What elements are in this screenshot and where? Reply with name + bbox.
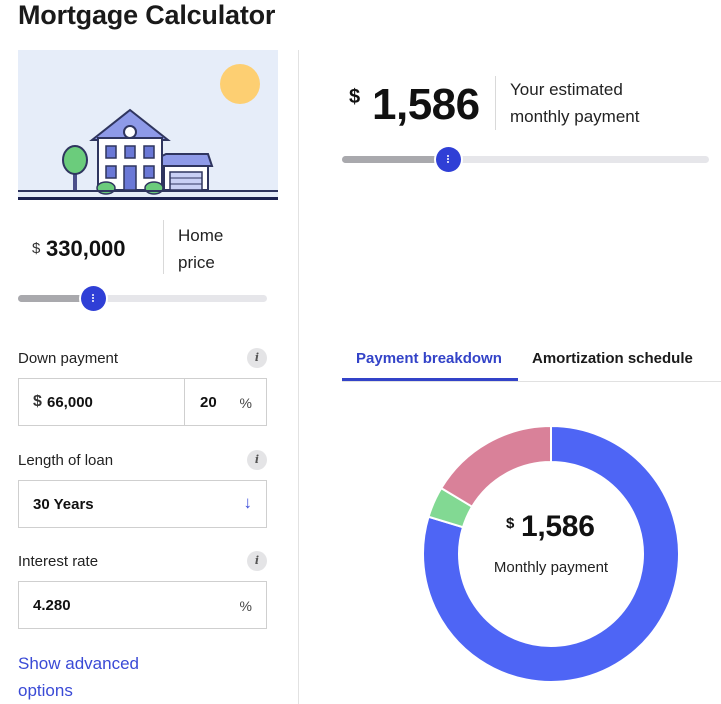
interest-rate-field[interactable]: 4.280 % bbox=[18, 581, 267, 629]
tab-amortization-schedule[interactable]: Amortization schedule bbox=[532, 350, 693, 367]
page-title: Mortgage Calculator bbox=[18, 0, 276, 30]
house-illustration bbox=[18, 50, 278, 200]
panel-divider bbox=[298, 50, 299, 704]
breakdown-tabs: Payment breakdown Amortization schedule bbox=[342, 340, 721, 382]
interest-rate-label: Interest rate bbox=[18, 553, 99, 570]
show-advanced-options-link[interactable]: Show advanced options bbox=[18, 650, 178, 704]
down-payment-percent-input[interactable]: 20 bbox=[200, 394, 217, 411]
percent-symbol: % bbox=[239, 395, 252, 411]
payment-slider-thumb[interactable] bbox=[436, 147, 462, 172]
donut-segment-2[interactable] bbox=[439, 424, 552, 509]
monthly-payment-label: Your estimated monthly payment bbox=[510, 80, 640, 126]
payment-currency: $ bbox=[349, 86, 361, 108]
donut-payment-value: 1,586 bbox=[521, 510, 595, 543]
interest-rate-input[interactable]: 4.280 bbox=[33, 597, 71, 614]
payment-slider[interactable] bbox=[342, 147, 709, 172]
down-payment-currency: $ bbox=[33, 393, 42, 410]
payment-slider-fill bbox=[342, 156, 449, 163]
home-price-separator bbox=[163, 220, 164, 274]
home-price-display: $ 330,000 Home price bbox=[18, 220, 278, 274]
arrow-down-icon: ↓ bbox=[243, 493, 253, 512]
payment-separator bbox=[495, 76, 496, 130]
down-payment-amount-input[interactable]: 66,000 bbox=[47, 394, 93, 411]
donut-currency: $ bbox=[506, 515, 515, 532]
home-price-value: 330,000 bbox=[46, 236, 126, 261]
down-payment-label: Down payment bbox=[18, 350, 119, 367]
down-payment-info-icon[interactable]: i bbox=[247, 348, 267, 368]
interest-rate-info-icon[interactable]: i bbox=[247, 551, 267, 571]
home-price-label: Home price bbox=[178, 226, 224, 272]
loan-length-label: Length of loan bbox=[18, 452, 114, 469]
home-price-slider-thumb[interactable] bbox=[80, 286, 106, 311]
percent-symbol: % bbox=[239, 598, 252, 614]
down-payment-separator bbox=[184, 379, 185, 425]
loan-length-select[interactable]: 30 Years ↓ bbox=[18, 480, 267, 528]
loan-length-value: 30 Years bbox=[33, 496, 94, 513]
monthly-payment-value: 1,586 bbox=[372, 80, 480, 129]
tab-payment-breakdown[interactable]: Payment breakdown bbox=[356, 350, 502, 367]
home-price-slider[interactable] bbox=[18, 286, 267, 311]
active-tab-indicator bbox=[342, 378, 518, 381]
home-price-currency: $ bbox=[32, 240, 41, 257]
down-payment-field[interactable]: $ 66,000 20 % bbox=[18, 378, 267, 426]
donut-payment-label: Monthly payment bbox=[493, 559, 609, 576]
payment-donut-chart bbox=[422, 424, 680, 683]
loan-length-info-icon[interactable]: i bbox=[247, 450, 267, 470]
